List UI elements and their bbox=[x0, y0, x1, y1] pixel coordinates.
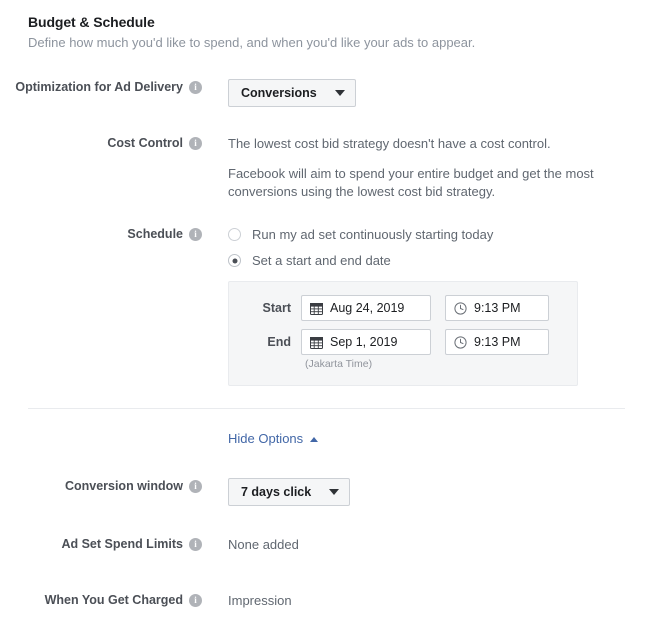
end-date-input[interactable]: Sep 1, 2019 bbox=[301, 329, 431, 355]
info-icon[interactable]: i bbox=[189, 479, 202, 493]
info-icon[interactable]: i bbox=[189, 227, 202, 241]
hide-options-link[interactable]: Hide Options bbox=[228, 431, 319, 447]
start-label: Start bbox=[262, 301, 291, 315]
cost-control-label: Cost Control bbox=[107, 136, 183, 150]
timezone-note: (Jakarta Time) bbox=[305, 358, 373, 370]
info-icon[interactable]: i bbox=[189, 593, 202, 607]
optimization-label-group: Optimization for Ad Delivery i bbox=[0, 79, 202, 95]
radio-run-continuously-label: Run my ad set continuously starting toda… bbox=[252, 227, 494, 242]
spend-limits-label-group: Ad Set Spend Limits i bbox=[0, 536, 202, 552]
end-label: End bbox=[267, 335, 291, 349]
conversion-window-control: 7 days click bbox=[228, 478, 653, 506]
row-conversion-window: Conversion window i 7 days click bbox=[0, 478, 653, 506]
caret-up-icon bbox=[310, 436, 319, 442]
info-icon[interactable]: i bbox=[189, 136, 202, 150]
row-when-you-get-charged: When You Get Charged i Impression bbox=[0, 592, 653, 609]
optimization-label: Optimization for Ad Delivery bbox=[15, 80, 183, 94]
start-time-value: 9:13 PM bbox=[474, 301, 521, 315]
end-date-row: End Sep 1, 2019 9:13 PM bbox=[229, 329, 577, 355]
conversion-window-label: Conversion window bbox=[64, 479, 183, 493]
row-schedule: Schedule i Run my ad set continuously st… bbox=[0, 226, 653, 386]
hide-options-label: Hide Options bbox=[228, 431, 304, 446]
conversion-window-dropdown[interactable]: 7 days click bbox=[228, 478, 351, 506]
optimization-dropdown[interactable]: Conversions bbox=[228, 79, 356, 107]
cost-control-label-group: Cost Control i bbox=[0, 135, 202, 151]
end-time-input[interactable]: 9:13 PM bbox=[445, 329, 549, 355]
date-range-panel: Start Aug 24, 2019 9:13 PM End Sep 1, 20… bbox=[228, 281, 578, 386]
info-icon[interactable]: i bbox=[189, 537, 202, 551]
end-date-value: Sep 1, 2019 bbox=[330, 335, 398, 349]
calendar-icon bbox=[310, 336, 323, 349]
radio-button-unselected[interactable] bbox=[228, 228, 241, 241]
conversion-window-dropdown-value: 7 days click bbox=[241, 485, 312, 499]
spend-limits-label: Ad Set Spend Limits bbox=[61, 537, 183, 551]
radio-set-start-end-date[interactable]: Set a start and end date bbox=[228, 252, 653, 269]
start-date-input[interactable]: Aug 24, 2019 bbox=[301, 295, 431, 321]
row-cost-control: Cost Control i The lowest cost bid strat… bbox=[0, 135, 653, 201]
schedule-control: Run my ad set continuously starting toda… bbox=[228, 226, 653, 386]
clock-icon bbox=[454, 301, 467, 315]
conversion-window-label-group: Conversion window i bbox=[0, 478, 202, 494]
optimization-dropdown-value: Conversions bbox=[241, 86, 317, 100]
start-time-input[interactable]: 9:13 PM bbox=[445, 295, 549, 321]
clock-icon bbox=[454, 335, 467, 349]
info-icon[interactable]: i bbox=[189, 80, 202, 94]
spend-limits-control: None added bbox=[228, 536, 653, 553]
start-date-row: Start Aug 24, 2019 9:13 PM bbox=[229, 295, 577, 321]
cost-control-paragraph-2: Facebook will aim to spend your entire b… bbox=[228, 166, 594, 199]
cost-control-content: The lowest cost bid strategy doesn't hav… bbox=[228, 135, 653, 201]
chevron-down-icon bbox=[329, 489, 340, 495]
row-optimization-for-ad-delivery: Optimization for Ad Delivery i Conversio… bbox=[0, 79, 653, 107]
spend-limits-value: None added bbox=[228, 537, 299, 552]
page-title: Budget & Schedule bbox=[28, 14, 155, 30]
page-subtitle: Define how much you'd like to spend, and… bbox=[28, 35, 476, 50]
row-ad-set-spend-limits: Ad Set Spend Limits i None added bbox=[0, 536, 653, 553]
start-date-value: Aug 24, 2019 bbox=[330, 301, 405, 315]
radio-run-continuously[interactable]: Run my ad set continuously starting toda… bbox=[228, 226, 653, 243]
chevron-down-icon bbox=[334, 90, 345, 96]
when-charged-label-group: When You Get Charged i bbox=[0, 592, 202, 608]
calendar-icon bbox=[310, 302, 323, 315]
radio-button-selected[interactable] bbox=[228, 254, 241, 267]
when-charged-control: Impression bbox=[228, 592, 653, 609]
cost-control-paragraph-1: The lowest cost bid strategy doesn't hav… bbox=[228, 136, 551, 151]
divider bbox=[28, 408, 625, 409]
when-charged-label: When You Get Charged bbox=[44, 593, 183, 607]
radio-set-start-end-date-label: Set a start and end date bbox=[252, 253, 391, 268]
optimization-control: Conversions bbox=[228, 79, 653, 107]
end-time-value: 9:13 PM bbox=[474, 335, 521, 349]
schedule-label: Schedule bbox=[127, 227, 183, 241]
schedule-label-group: Schedule i bbox=[0, 226, 202, 242]
when-charged-value: Impression bbox=[228, 593, 292, 608]
section-header: Budget & Schedule Define how much you'd … bbox=[0, 0, 653, 51]
hide-options-wrap: Hide Options bbox=[0, 431, 653, 447]
